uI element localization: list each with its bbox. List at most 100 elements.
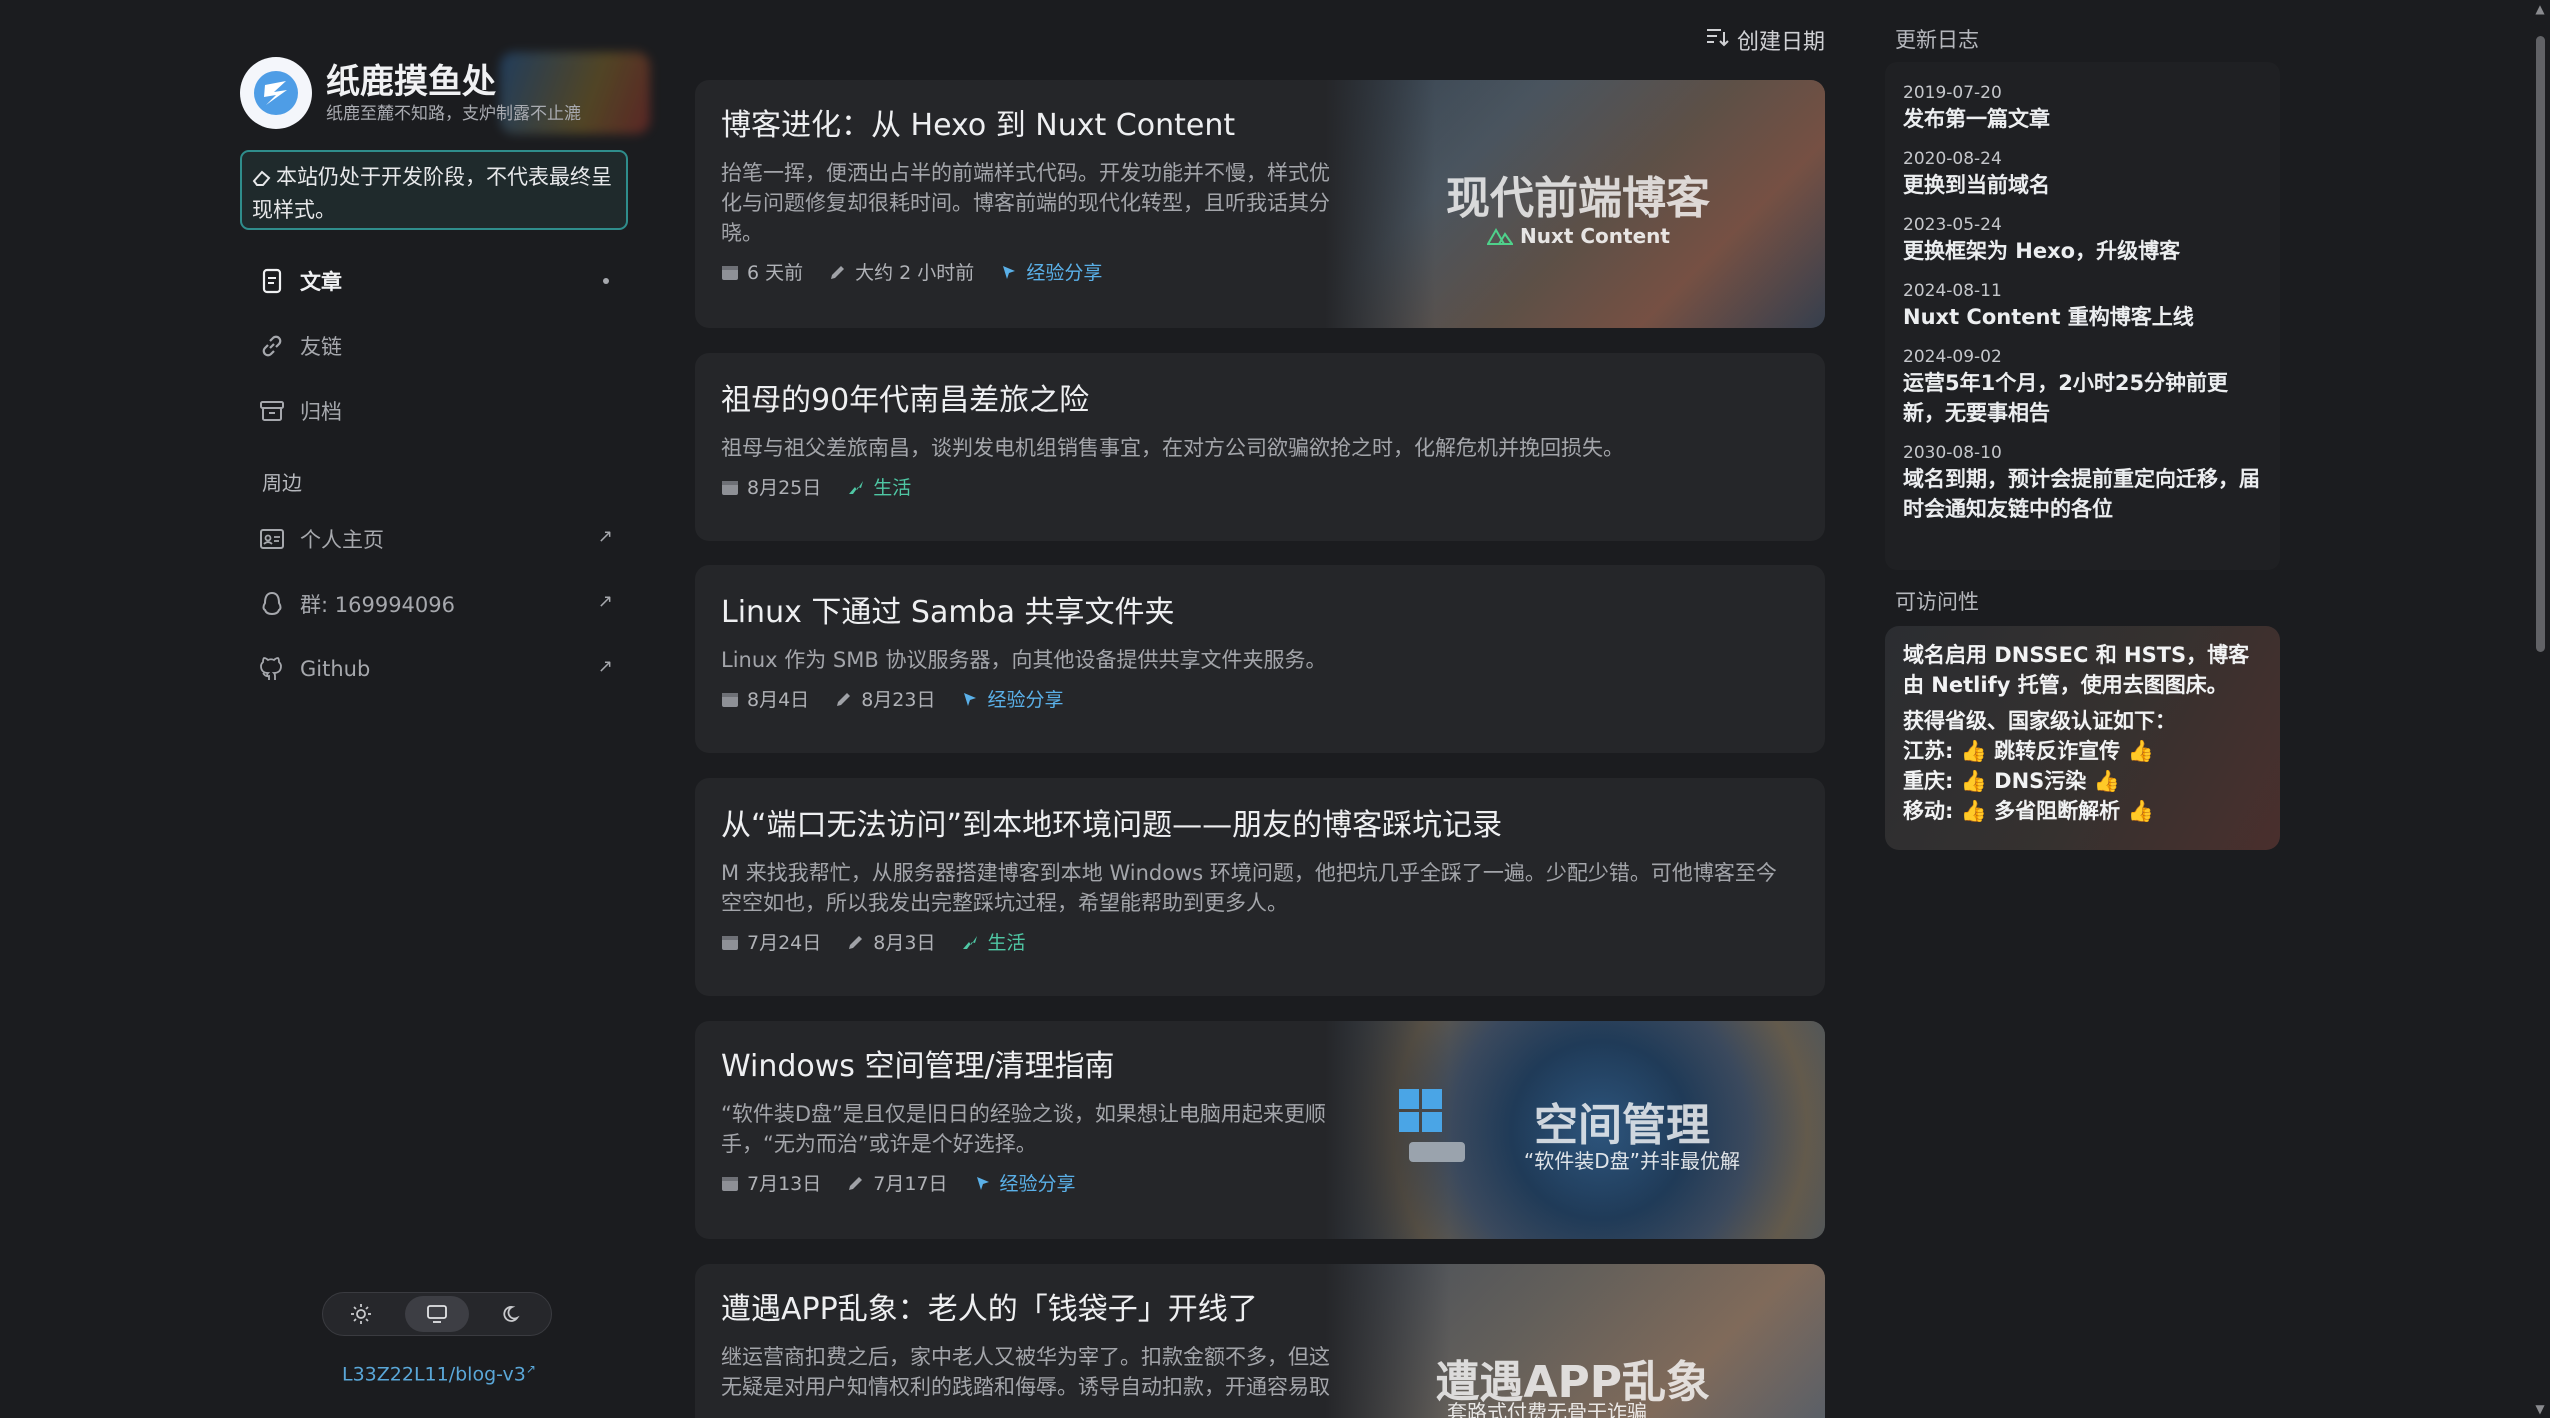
nuxt-logo-icon <box>1486 227 1514 245</box>
sort-icon <box>1705 26 1729 54</box>
post-card[interactable]: 空间管理 “软件装D盘”并非最优解 Windows 空间管理/清理指南 “软件装… <box>695 1021 1825 1239</box>
nav-item-qq-group[interactable]: 群: 169994096 ↗ <box>240 571 635 636</box>
changelog-text: 更换框架为 Hexo，升级博客 <box>1903 239 2181 263</box>
theme-system-button[interactable] <box>405 1296 469 1332</box>
post-card[interactable]: 遭遇APP乱象 套路式付费无骨干诈骗 遭遇APP乱象：老人的「钱袋子」开线了 继… <box>695 1264 1825 1418</box>
post-title[interactable]: Linux 下通过 Samba 共享文件夹 <box>721 593 1781 633</box>
sun-icon <box>351 1304 371 1324</box>
nav-item-github[interactable]: Github ↗ <box>240 636 635 701</box>
calendar-icon <box>722 480 738 495</box>
post-title[interactable]: 遭遇APP乱象：老人的「钱袋子」开线了 <box>721 1290 1349 1330</box>
nav-item-archive[interactable]: 归档 <box>240 378 635 443</box>
eraser-icon <box>252 165 272 195</box>
calendar-icon <box>722 265 738 280</box>
pencil-icon <box>849 935 863 949</box>
post-excerpt: M 来找我帮忙，从服务器搭建博客到本地 Windows 环境问题，他把坑几乎全踩… <box>721 861 1777 915</box>
category-tag[interactable]: 经验分享 <box>1000 258 1102 285</box>
category-tag[interactable]: 生活 <box>961 928 1025 955</box>
site-title: 纸鹿摸鱼处 <box>326 62 496 102</box>
changelog-text: 运营5年1个月，2小时25分钟前更新，无要事相告 <box>1903 371 2229 425</box>
changelog-date: 2024-08-11 <box>1903 281 2002 301</box>
category-tag[interactable]: 经验分享 <box>974 1169 1076 1196</box>
changelog-item: 2024-08-11 Nuxt Content 重构博客上线 <box>1903 280 2262 332</box>
post-card[interactable]: 现代前端博客 Nuxt Content 博客进化：从 Hexo 到 Nuxt C… <box>695 80 1825 328</box>
moon-icon <box>503 1306 520 1322</box>
access-line: 域名启用 DNSSEC 和 HSTS，博客由 Netlify 托管，使用去图图床… <box>1903 643 2250 697</box>
main-nav: 文章 友链 归档 周边 个人主页 ↗ 群: 169994096 ↗ Github… <box>240 248 635 701</box>
updated-date: 大约 2 小时前 <box>829 258 974 285</box>
external-link-icon: ↗ <box>525 1362 536 1376</box>
scrollbar-thumb[interactable] <box>2536 36 2545 652</box>
sort-label: 创建日期 <box>1736 30 1825 55</box>
changelog-date: 2030-08-10 <box>1903 443 2002 463</box>
post-card[interactable]: 从“端口无法访问”到本地环境问题——朋友的博客踩坑记录 M 来找我帮忙，从服务器… <box>695 778 1825 996</box>
category-tag[interactable]: 经验分享 <box>961 685 1063 712</box>
article-icon <box>258 267 286 295</box>
repo-link[interactable]: L33Z22L11/blog-v3↗ <box>342 1362 536 1385</box>
post-list: 创建日期 现代前端博客 Nuxt Content 博客进化：从 Hexo 到 N… <box>695 0 1825 1418</box>
archive-icon <box>258 397 286 425</box>
scroll-up-arrow-icon[interactable]: ▲ <box>2532 2 2548 16</box>
page-scrollbar[interactable]: ▲ ▼ <box>2532 0 2548 1418</box>
created-text: 8月25日 <box>747 477 822 499</box>
dev-notice-text: 本站仍处于开发阶段，不代表最终呈现样式。 <box>252 165 612 222</box>
access-line: 获得省级、国家级认证如下： <box>1903 709 2176 733</box>
changelog-item: 2019-07-20 发布第一篇文章 <box>1903 82 2262 134</box>
changelog-item: 2030-08-10 域名到期，预计会提前重定向迁移，届时会通知友链中的各位 <box>1903 442 2262 524</box>
sort-button[interactable]: 创建日期 <box>1705 24 1825 56</box>
theme-switch <box>322 1292 552 1336</box>
access-line: 重庆: 👍 DNS污染 👍 <box>1903 769 2120 793</box>
changelog-text: 更换到当前域名 <box>1903 173 2050 197</box>
post-title[interactable]: 从“端口无法访问”到本地环境问题——朋友的博客踩坑记录 <box>721 806 1791 846</box>
created-date: 7月24日 <box>721 928 821 955</box>
brand[interactable]: 纸鹿摸鱼处 纸鹿至麓不知路，支炉制露不止漉 <box>240 52 650 134</box>
nav-item-homepage[interactable]: 个人主页 ↗ <box>240 506 635 571</box>
nav-label: 归档 <box>300 399 342 424</box>
access-line: 移动: 👍 多省阻断解析 👍 <box>1903 799 2154 823</box>
updated-text: 8月3日 <box>873 932 936 954</box>
post-title[interactable]: 博客进化：从 Hexo 到 Nuxt Content <box>721 106 1349 146</box>
nav-label: 文章 <box>300 269 342 294</box>
changelog-date: 2020-08-24 <box>1903 149 2002 169</box>
nav-section-title: 周边 <box>262 471 302 495</box>
monitor-icon <box>427 1305 447 1323</box>
post-title[interactable]: Windows 空间管理/清理指南 <box>721 1047 1349 1087</box>
post-excerpt: 祖母与祖父差旅南昌，谈判发电机组销售事宜，在对方公司欲骗欲抢之时，化解危机并挽回… <box>721 436 1624 460</box>
plant-icon <box>849 480 864 494</box>
created-date: 6 天前 <box>721 258 803 285</box>
cover-title: 空间管理 <box>1534 1100 1710 1151</box>
post-card[interactable]: 祖母的90年代南昌差旅之险 祖母与祖父差旅南昌，谈判发电机组销售事宜，在对方公司… <box>695 353 1825 541</box>
nav-item-articles[interactable]: 文章 <box>240 248 635 313</box>
cover-title: 现代前端博客 <box>1446 173 1710 224</box>
created-text: 7月13日 <box>747 1173 822 1195</box>
cursor-icon <box>1003 265 1016 279</box>
changelog-item: 2024-09-02 运营5年1个月，2小时25分钟前更新，无要事相告 <box>1903 346 2262 428</box>
link-icon <box>258 332 286 360</box>
category-text: 生活 <box>987 932 1026 954</box>
post-cover: 遭遇APP乱象 套路式付费无骨干诈骗 <box>1325 1264 1825 1418</box>
post-card[interactable]: Linux 下通过 Samba 共享文件夹 Linux 作为 SMB 协议服务器… <box>695 565 1825 753</box>
theme-dark-button[interactable] <box>481 1296 545 1332</box>
nav-item-links[interactable]: 友链 <box>240 313 635 378</box>
external-link-icon: ↗ <box>597 591 613 612</box>
access-line: 江苏: 👍 跳转反诈宣传 👍 <box>1903 739 2154 763</box>
github-icon <box>258 655 286 683</box>
updated-text: 7月17日 <box>873 1173 948 1195</box>
post-excerpt: 抬笔一挥，便洒出占半的前端样式代码。开发功能并不慢，样式优化与问题修复却很耗时间… <box>721 161 1330 245</box>
scroll-down-arrow-icon[interactable]: ▼ <box>2532 1402 2548 1416</box>
post-meta: 8月25日 生活 <box>721 473 1781 500</box>
changelog-title: 更新日志 <box>1895 28 1979 52</box>
category-text: 生活 <box>873 477 912 499</box>
post-excerpt: 继运营商扣费之后，家中老人又被华为宰了。扣款金额不多，但这无疑是对用户知情权利的… <box>721 1345 1330 1399</box>
id-card-icon <box>258 525 286 553</box>
category-tag[interactable]: 生活 <box>847 473 911 500</box>
nav-label: Github <box>300 656 371 681</box>
changelog-item: 2023-05-24 更换框架为 Hexo，升级博客 <box>1903 214 2262 266</box>
theme-light-button[interactable] <box>329 1296 393 1332</box>
post-title[interactable]: 祖母的90年代南昌差旅之险 <box>721 381 1781 421</box>
category-text: 经验分享 <box>987 689 1064 711</box>
sidebar: 纸鹿摸鱼处 纸鹿至麓不知路，支炉制露不止漉 本站仍处于开发阶段，不代表最终呈现样… <box>240 52 650 1392</box>
external-link-icon: ↗ <box>597 526 613 547</box>
external-link-icon: ↗ <box>597 656 613 677</box>
changelog-date: 2024-09-02 <box>1903 347 2002 367</box>
